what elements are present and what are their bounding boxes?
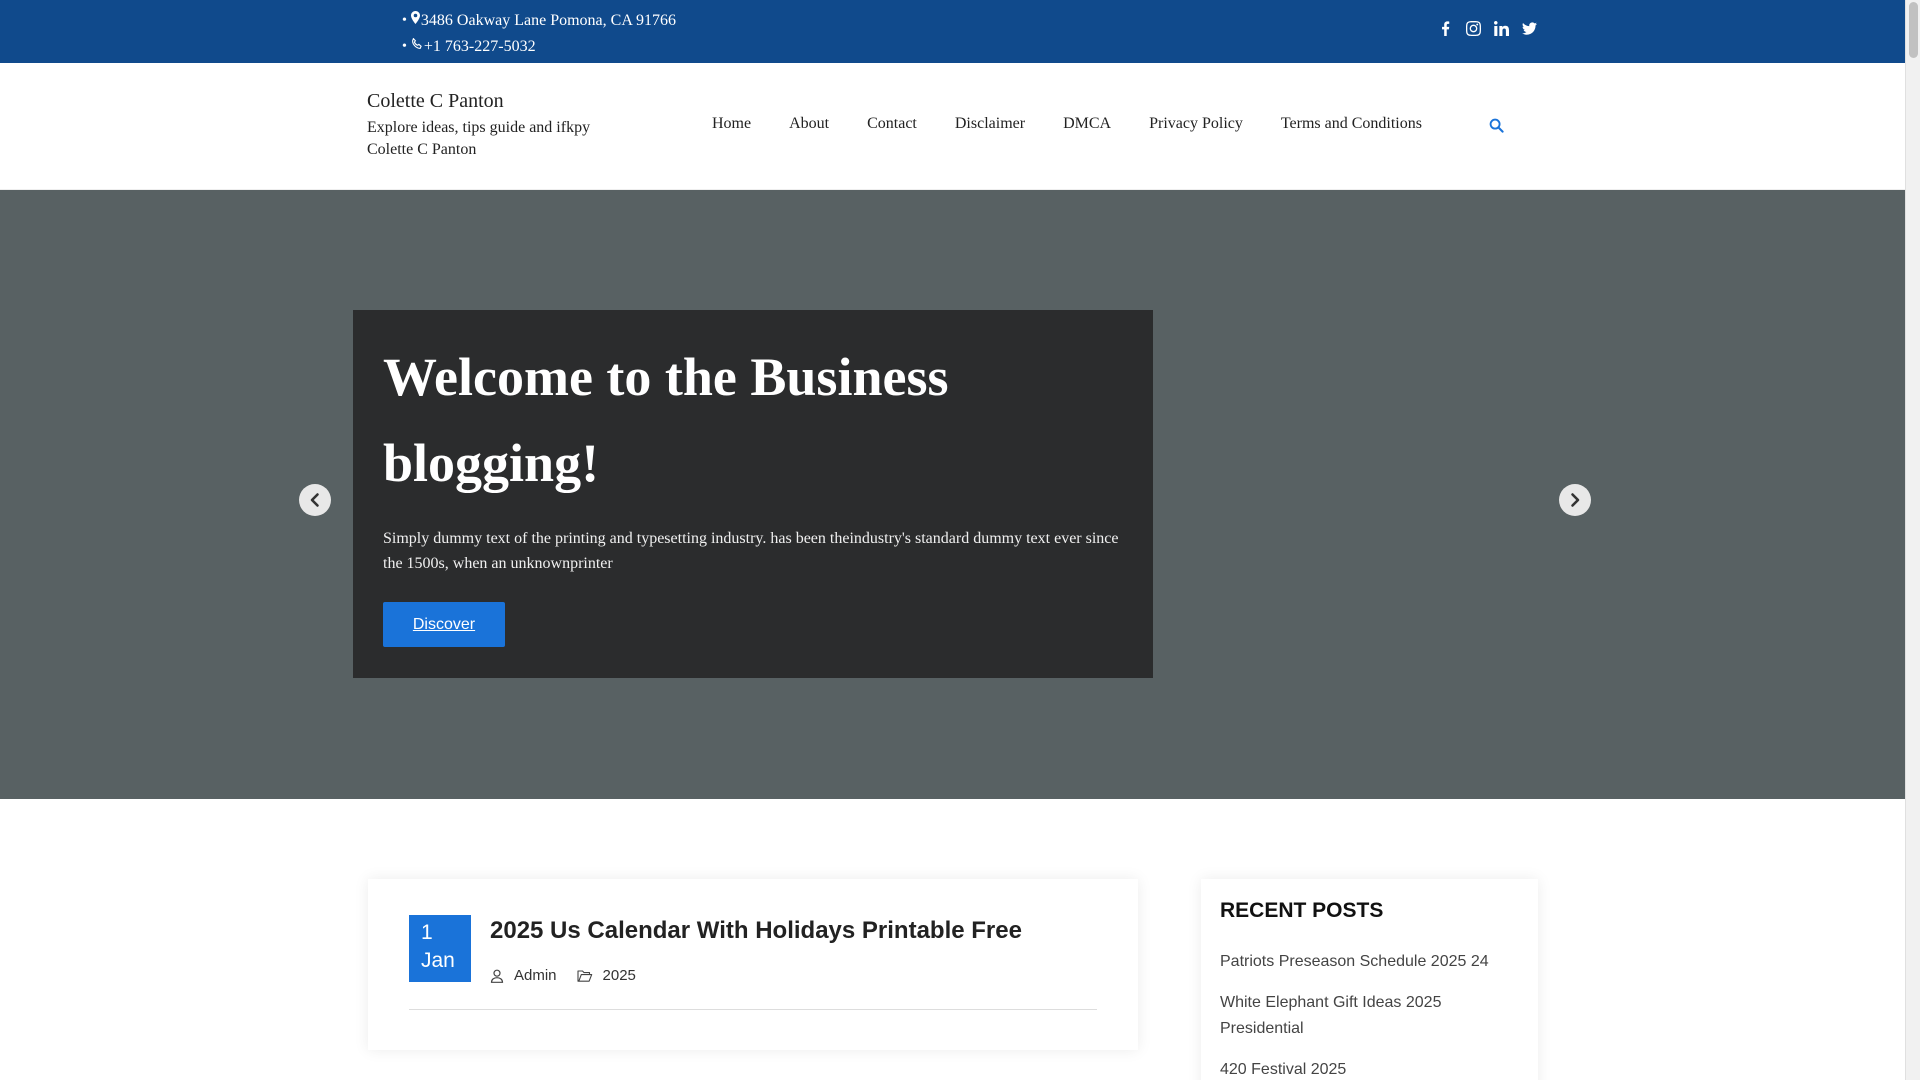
post-title[interactable]: 2025 Us Calendar With Holidays Printable… bbox=[490, 916, 1022, 946]
post-divider bbox=[409, 1009, 1097, 1010]
date-day: 1 bbox=[421, 921, 433, 944]
site-title[interactable]: Colette C Panton bbox=[367, 89, 627, 113]
linkedin-icon[interactable] bbox=[1494, 21, 1509, 36]
post-category[interactable]: 2025 bbox=[576, 967, 636, 984]
hero-title: Welcome to the Business blogging! bbox=[383, 347, 949, 493]
instagram-icon[interactable] bbox=[1466, 21, 1481, 36]
address-item: 3486 Oakway Lane Pomona, CA 91766 bbox=[402, 8, 676, 34]
site-tagline: Explore ideas, tips guide and ifkpy Cole… bbox=[367, 119, 591, 158]
slider-prev-button[interactable] bbox=[299, 484, 331, 516]
post-card: 1 Jan 2025 Us Calendar With Holidays Pri… bbox=[368, 879, 1138, 1050]
recent-posts-widget: RECENT POSTS Patriots Preseason Schedule… bbox=[1201, 879, 1538, 1080]
recent-post-item[interactable]: White Elephant Gift Ideas 2025 President… bbox=[1220, 990, 1519, 1042]
user-icon bbox=[490, 969, 504, 983]
folder-open-icon bbox=[576, 969, 592, 982]
top-bar: 3486 Oakway Lane Pomona, CA 91766 +1 763… bbox=[0, 0, 1905, 63]
nav-about[interactable]: About bbox=[789, 114, 829, 134]
phone-item: +1 763-227-5032 bbox=[402, 34, 676, 60]
post-author-name: Admin bbox=[514, 967, 557, 984]
contact-list: 3486 Oakway Lane Pomona, CA 91766 +1 763… bbox=[402, 8, 676, 60]
nav-privacy-policy[interactable]: Privacy Policy bbox=[1149, 114, 1243, 134]
widget-title: RECENT POSTS bbox=[1220, 899, 1384, 922]
nav-terms[interactable]: Terms and Conditions bbox=[1281, 114, 1422, 134]
post-author[interactable]: Admin bbox=[490, 967, 557, 984]
scrollbar-thumb[interactable] bbox=[1909, 2, 1918, 58]
address-text: 3486 Oakway Lane Pomona, CA 91766 bbox=[420, 12, 676, 29]
date-badge: 1 Jan bbox=[409, 915, 471, 982]
hero-slider: Welcome to the Business blogging! Simply… bbox=[0, 190, 1905, 799]
hero-caption: Welcome to the Business blogging! Simply… bbox=[353, 310, 1153, 678]
phone-text: +1 763-227-5032 bbox=[423, 38, 536, 55]
nav-contact[interactable]: Contact bbox=[867, 114, 917, 134]
post-meta: Admin 2025 bbox=[490, 967, 656, 984]
post-category-name: 2025 bbox=[602, 967, 636, 984]
site-header: Colette C Panton Explore ideas, tips gui… bbox=[0, 63, 1905, 190]
twitter-icon[interactable] bbox=[1522, 21, 1537, 36]
nav-home[interactable]: Home bbox=[712, 114, 751, 134]
main-nav: Home About Contact Disclaimer DMCA Priva… bbox=[712, 114, 1422, 134]
hero-text: Simply dummy text of the printing and ty… bbox=[383, 530, 1119, 572]
chevron-right-icon bbox=[1571, 493, 1580, 507]
phone-icon bbox=[411, 34, 423, 60]
recent-posts-list: Patriots Preseason Schedule 2025 24 Whit… bbox=[1220, 949, 1519, 1080]
map-marker-icon bbox=[410, 8, 420, 34]
date-month: Jan bbox=[421, 949, 455, 972]
recent-post-item[interactable]: 420 Festival 2025 bbox=[1220, 1057, 1519, 1080]
nav-disclaimer[interactable]: Disclaimer bbox=[955, 114, 1025, 134]
slider-next-button[interactable] bbox=[1559, 484, 1591, 516]
facebook-icon[interactable] bbox=[1438, 21, 1453, 36]
discover-button[interactable]: Discover bbox=[383, 602, 505, 647]
site-branding: Colette C Panton Explore ideas, tips gui… bbox=[367, 89, 627, 161]
page-scrollbar[interactable] bbox=[1905, 0, 1920, 1080]
recent-post-item[interactable]: Patriots Preseason Schedule 2025 24 bbox=[1220, 949, 1519, 975]
social-links bbox=[1438, 21, 1537, 36]
search-icon[interactable] bbox=[1489, 118, 1505, 134]
nav-dmca[interactable]: DMCA bbox=[1063, 114, 1111, 134]
chevron-left-icon bbox=[310, 493, 319, 507]
